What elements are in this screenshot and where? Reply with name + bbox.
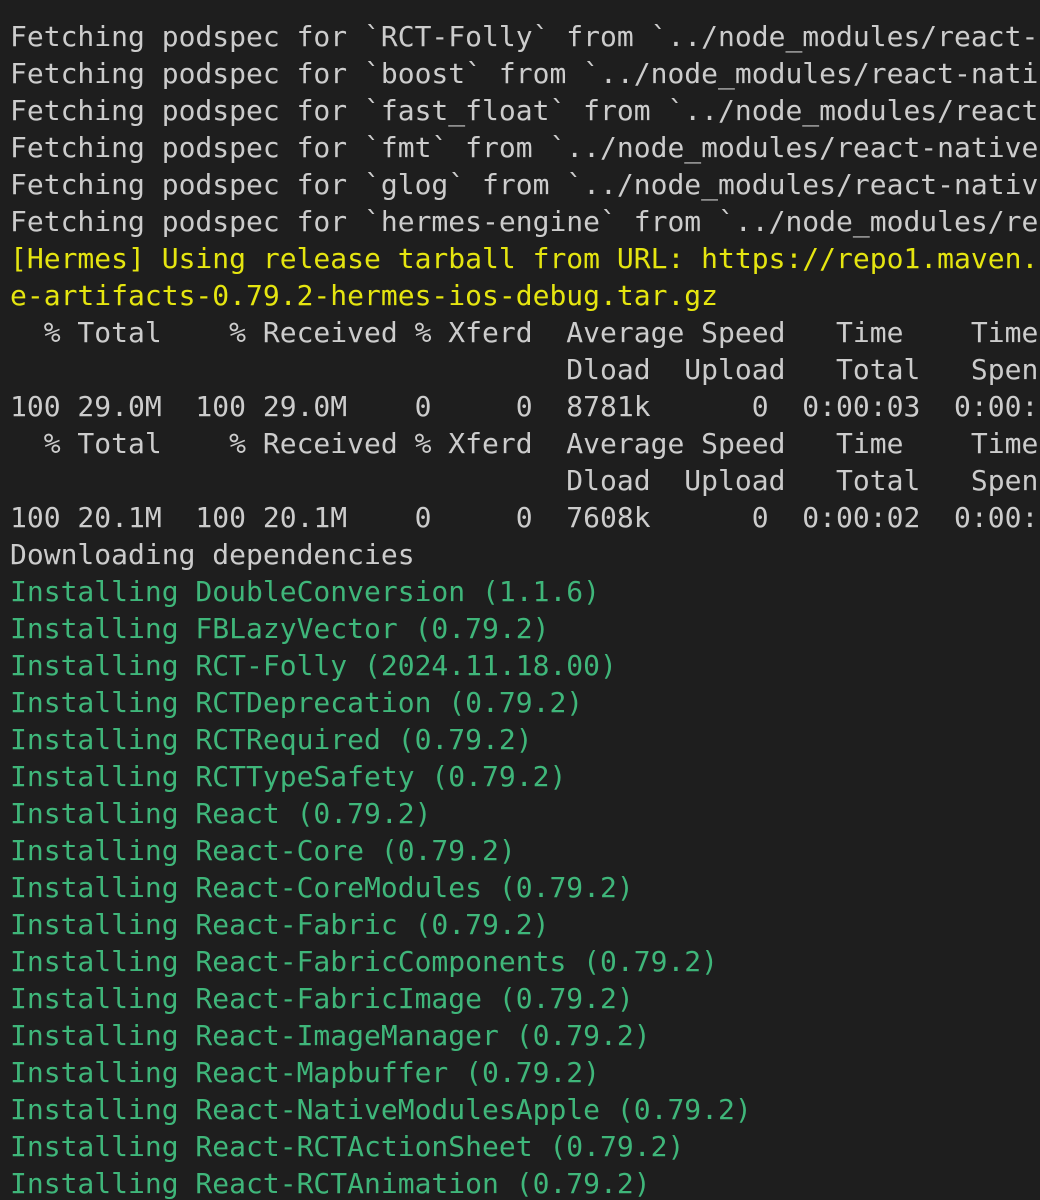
- terminal-line-install: Installing React-Mapbuffer (0.79.2): [10, 1056, 601, 1089]
- terminal-line-curl-progress-2: 100 20.1M 100 20.1M 0 0 7608k 0 0:00:02 …: [10, 501, 1039, 534]
- terminal-line-curl-subheader-1: Dload Upload Total Spen: [10, 353, 1039, 386]
- terminal-line-fetch-fmt: Fetching podspec for `fmt` from `../node…: [10, 131, 1039, 164]
- terminal-line-install: Installing React-Core (0.79.2): [10, 834, 516, 867]
- terminal-line-hermes-tarball: [Hermes] Using release tarball from URL:…: [10, 242, 1039, 275]
- terminal-line-install: Installing RCTDeprecation (0.79.2): [10, 686, 584, 719]
- terminal-line-install: Installing React-FabricImage (0.79.2): [10, 982, 634, 1015]
- terminal-line-curl-header-2: % Total % Received % Xferd Average Speed…: [10, 427, 1039, 460]
- terminal-line-install: Installing React (0.79.2): [10, 797, 432, 830]
- terminal-line-hermes-tarball-cont: e-artifacts-0.79.2-hermes-ios-debug.tar.…: [10, 279, 719, 312]
- terminal-line-fetch-rct-folly: Fetching podspec for `RCT-Folly` from `.…: [10, 20, 1039, 53]
- terminal-line-install: Installing React-RCTActionSheet (0.79.2): [10, 1130, 685, 1163]
- terminal-output[interactable]: Fetching podspec for `RCT-Folly` from `.…: [0, 0, 1040, 1200]
- terminal-line-curl-subheader-2: Dload Upload Total Spen: [10, 464, 1039, 497]
- terminal-line-fetch-hermes-engine: Fetching podspec for `hermes-engine` fro…: [10, 205, 1039, 238]
- terminal-line-install: Installing React-ImageManager (0.79.2): [10, 1019, 651, 1052]
- terminal-line-install: Installing React-Fabric (0.79.2): [10, 908, 550, 941]
- terminal-line-fetch-fast-float: Fetching podspec for `fast_float` from `…: [10, 94, 1039, 127]
- terminal-line-install: Installing DoubleConversion (1.1.6): [10, 575, 601, 608]
- terminal-line-fetch-boost: Fetching podspec for `boost` from `../no…: [10, 57, 1039, 90]
- terminal-line-install: Installing RCTTypeSafety (0.79.2): [10, 760, 567, 793]
- terminal-line-downloading: Downloading dependencies: [10, 538, 415, 571]
- terminal-line-install: Installing RCTRequired (0.79.2): [10, 723, 533, 756]
- terminal-line-install: Installing React-CoreModules (0.79.2): [10, 871, 634, 904]
- terminal-line-install: Installing FBLazyVector (0.79.2): [10, 612, 550, 645]
- terminal-line-fetch-glog: Fetching podspec for `glog` from `../nod…: [10, 168, 1039, 201]
- terminal-line-curl-progress-1: 100 29.0M 100 29.0M 0 0 8781k 0 0:00:03 …: [10, 390, 1039, 423]
- terminal-line-install: Installing React-FabricComponents (0.79.…: [10, 945, 719, 978]
- terminal-line-install: Installing React-NativeModulesApple (0.7…: [10, 1093, 752, 1126]
- terminal-line-install: Installing RCT-Folly (2024.11.18.00): [10, 649, 617, 682]
- terminal-line-curl-header-1: % Total % Received % Xferd Average Speed…: [10, 316, 1039, 349]
- terminal-line-install: Installing React-RCTAnimation (0.79.2): [10, 1167, 651, 1200]
